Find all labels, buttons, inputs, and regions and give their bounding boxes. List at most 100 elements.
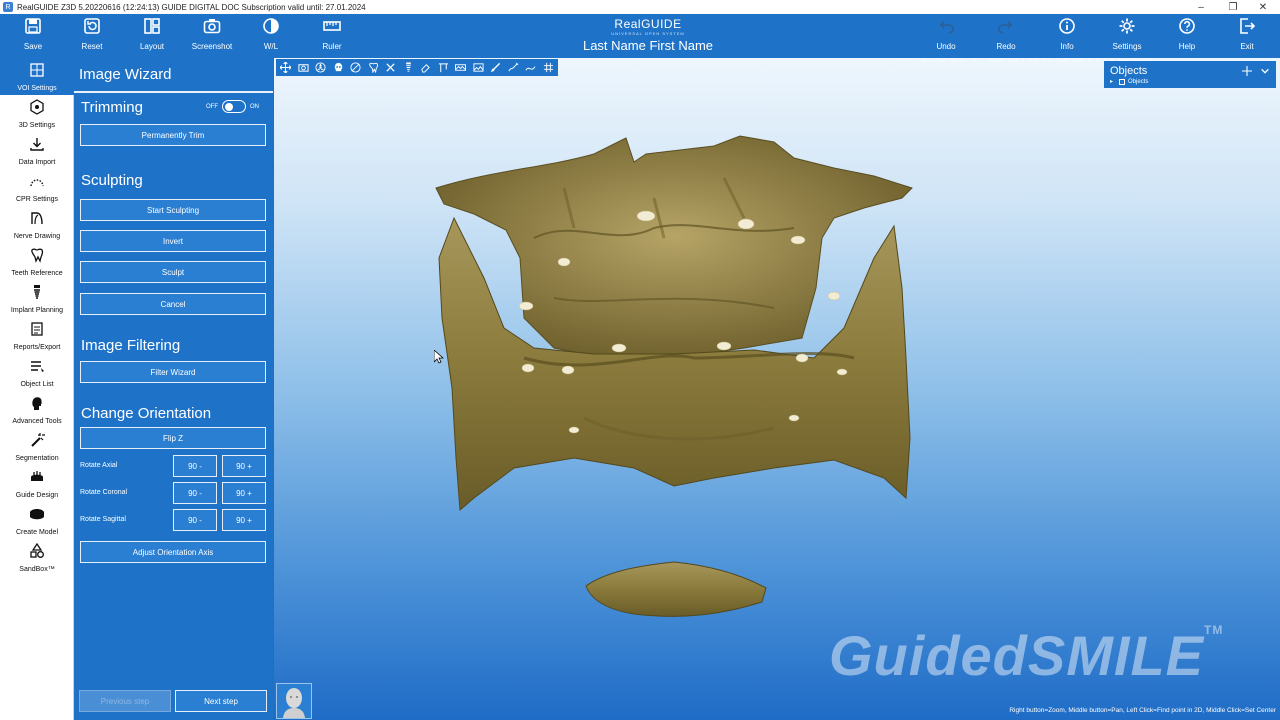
info-button[interactable]: Info [1037,14,1097,58]
rotate-axial-label: Rotate Axial [80,462,118,469]
nav-data-import[interactable]: Data Import [0,132,74,169]
rotate-axial-plus-button[interactable]: 90 + [222,455,266,477]
invert-button[interactable]: Invert [80,230,266,252]
toggle-off-label: OFF [206,103,218,110]
head-profile-icon [29,395,45,416]
flip-z-button[interactable]: Flip Z [80,427,266,449]
toggle-on-label: ON [250,103,259,110]
rotate-axial-minus-button[interactable]: 90 - [173,455,217,477]
rotate-sagittal-label: Rotate Sagittal [80,516,126,523]
wand-icon [29,432,45,453]
hyoid-fragment [585,561,767,617]
next-step-button[interactable]: Next step [175,690,267,712]
rotate-sagittal-minus-button[interactable]: 90 - [173,509,217,531]
exit-button[interactable]: Exit [1217,14,1277,58]
screenshot-button[interactable]: Screenshot [182,14,242,58]
3d-viewport[interactable]: © 2024 GuidedSMILE Objects ▸ Objects [274,58,1280,720]
camera-icon [203,14,221,38]
adjust-orientation-axis-button[interactable]: Adjust Orientation Axis [80,541,266,563]
voi-icon [29,62,45,83]
start-sculpting-button[interactable]: Start Sculpting [80,199,266,221]
layout-icon [143,14,161,38]
redo-icon [997,14,1015,38]
panel-title: Image Wizard [79,66,172,83]
permanently-trim-button[interactable]: Permanently Trim [80,124,266,146]
ruler-icon [323,14,341,38]
guide-icon [29,469,45,490]
nav-guide-design[interactable]: Guide Design [0,465,74,502]
list-icon [29,358,45,379]
rotate-coronal-label: Rotate Coronal [80,489,128,496]
save-button[interactable]: Save [3,14,63,58]
window-level-button[interactable]: W/L [241,14,301,58]
cube-settings-icon [29,98,45,120]
nav-create-model[interactable]: Create Model [0,502,74,539]
maxilla [435,135,913,359]
change-orientation-title: Change Orientation [81,405,212,422]
implant-icon [29,284,45,305]
cancel-button[interactable]: Cancel [80,293,266,315]
brand-header: RealGUIDE UNIVERSAL OPEN SYSTEM Last Nam… [560,17,736,53]
report-icon [29,321,45,342]
rotate-sagittal-plus-button[interactable]: 90 + [222,509,266,531]
nav-teeth-reference[interactable]: Teeth Reference [0,243,74,280]
reset-button[interactable]: Reset [62,14,122,58]
undo-button[interactable]: Undo [916,14,976,58]
head-orientation-thumbnail[interactable] [276,683,312,719]
curve-icon [29,173,45,194]
toggle-switch[interactable] [222,100,246,113]
patient-name: Last Name First Name [582,38,714,53]
nerve-icon [29,210,45,231]
nav-reports-export[interactable]: Reports/Export [0,317,74,354]
brand-logo: RealGUIDE [614,17,682,31]
close-window-button[interactable]: ✕ [1248,0,1278,14]
main-toolbar: Save Reset Layout Screenshot W/L Ruler R… [0,14,1280,58]
nav-object-list[interactable]: Object List [0,354,74,391]
sculpt-button[interactable]: Sculpt [80,261,266,283]
info-icon [1058,14,1076,38]
gear-icon [1118,14,1136,38]
contrast-icon [262,14,280,38]
left-navigation: VOI Settings 3D Settings Data Import CPR… [0,58,74,720]
filter-wizard-button[interactable]: Filter Wizard [80,361,266,383]
minimize-button[interactable]: – [1186,0,1216,14]
app-logo-icon: R [3,2,13,12]
help-icon [1178,14,1196,38]
rotate-coronal-minus-button[interactable]: 90 - [173,482,217,504]
nav-nerve-drawing[interactable]: Nerve Drawing [0,206,74,243]
help-button[interactable]: Help [1157,14,1217,58]
undo-icon [937,14,955,38]
window-title-bar: R RealGUIDE Z3D 5.20220616 (12:24:13) GU… [0,0,1280,14]
layout-button[interactable]: Layout [122,14,182,58]
rotate-coronal-plus-button[interactable]: 90 + [222,482,266,504]
restore-button[interactable]: ❐ [1218,0,1248,14]
brand-subtitle: UNIVERSAL OPEN SYSTEM [611,31,685,36]
ruler-button[interactable]: Ruler [302,14,362,58]
settings-button[interactable]: Settings [1097,14,1157,58]
trimming-toggle[interactable]: OFF ON [206,100,259,113]
divider [74,91,273,93]
image-filtering-title: Image Filtering [81,337,181,354]
nav-sandbox[interactable]: SandBox™ [0,539,74,576]
toggle-knob [225,102,233,111]
mouse-hint-text: Right button=Zoom, Middle button=Pan, Le… [1009,707,1276,714]
redo-button[interactable]: Redo [976,14,1036,58]
3d-skull-rendering[interactable] [274,58,1280,720]
save-icon [24,14,42,38]
nav-advanced-tools[interactable]: Advanced Tools [0,391,74,428]
head-icon [283,688,305,718]
window-title: RealGUIDE Z3D 5.20220616 (12:24:13) GUID… [17,2,366,12]
nav-segmentation[interactable]: Segmentation [0,428,74,465]
tooth-icon [29,247,45,268]
nav-implant-planning[interactable]: Implant Planning [0,280,74,317]
model-icon [29,506,45,527]
previous-step-button[interactable]: Previous step [79,690,171,712]
shapes-icon [29,542,45,564]
nav-voi-settings[interactable]: VOI Settings [0,58,74,95]
brand-watermark: GuidedSMILETM [829,623,1224,687]
mouse-cursor-icon [434,350,444,364]
trimming-title: Trimming [81,99,143,116]
nav-cpr-settings[interactable]: CPR Settings [0,169,74,206]
image-wizard-panel: Image Wizard Trimming OFF ON Permanently… [74,58,273,720]
nav-3d-settings[interactable]: 3D Settings [0,95,74,132]
